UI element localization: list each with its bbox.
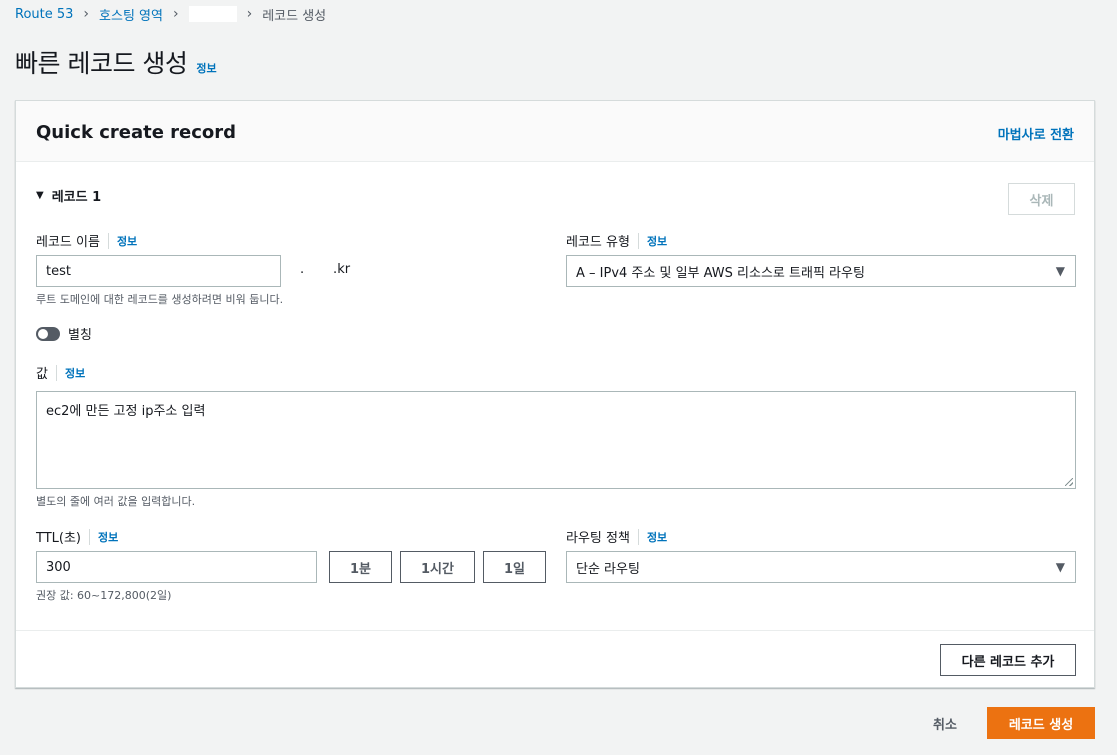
record-type-info-link[interactable]: 정보 [637, 232, 667, 249]
alias-toggle[interactable] [36, 327, 60, 341]
create-records-button[interactable]: 레코드 생성 [987, 707, 1095, 739]
chevron-right-icon: › [83, 6, 90, 22]
breadcrumb-hosted-zones[interactable]: 호스팅 영역 [99, 5, 163, 24]
ttl-1hour-button[interactable]: 1시간 [400, 551, 475, 583]
record-name-info-link[interactable]: 정보 [107, 232, 137, 249]
ttl-label-text: TTL(초) [36, 531, 81, 546]
breadcrumb-current: 레코드 생성 [262, 8, 327, 24]
ttl-input[interactable]: 300 [36, 551, 317, 583]
record-section-title: 레코드 1 [51, 190, 102, 205]
record-type-label-text: 레코드 유형 [566, 235, 630, 250]
value-label: 값 정보 [36, 363, 85, 382]
routing-policy-info-link[interactable]: 정보 [637, 528, 667, 545]
page-info-link[interactable]: 정보 [196, 60, 216, 76]
ttl-info-link[interactable]: 정보 [89, 528, 118, 545]
ttl-hint: 권장 값: 60~172,800(2일) [36, 589, 172, 602]
quick-create-container: Quick create record 마법사로 전환 ▼ 레코드 1 삭제 레… [15, 100, 1095, 688]
routing-policy-label: 라우팅 정책 정보 [566, 527, 667, 546]
routing-policy-value: 단순 라우팅 [576, 561, 640, 577]
container-title: Quick create record [36, 122, 237, 143]
chevron-right-icon: › [246, 6, 253, 22]
value-hint: 별도의 줄에 여러 값을 입력합니다. [36, 495, 196, 508]
breadcrumb: Route 53 › 호스팅 영역 › › 레코드 생성 [15, 5, 327, 24]
domain-suffix: . .kr [300, 262, 351, 277]
dropdown-arrow-icon: ▼ [1055, 264, 1065, 278]
ttl-1min-button[interactable]: 1분 [329, 551, 392, 583]
add-another-record-button[interactable]: 다른 레코드 추가 [940, 644, 1076, 676]
page-title: 빠른 레코드 생성 [15, 49, 188, 78]
caret-down-icon: ▼ [36, 190, 44, 201]
record-type-label: 레코드 유형 정보 [566, 231, 667, 250]
dropdown-arrow-icon: ▼ [1055, 560, 1065, 574]
record-section-toggle[interactable]: ▼ 레코드 1 [36, 186, 101, 205]
ttl-1day-button[interactable]: 1일 [483, 551, 546, 583]
chevron-right-icon: › [172, 6, 179, 22]
value-textarea[interactable]: ec2에 만든 고정 ip주소 입력 [36, 391, 1076, 489]
resize-grip-icon[interactable] [1065, 478, 1073, 486]
record-name-label-text: 레코드 이름 [36, 235, 100, 250]
record-name-label: 레코드 이름 정보 [36, 231, 137, 250]
record-type-value: A – IPv4 주소 및 일부 AWS 리소스로 트래픽 라우팅 [576, 265, 865, 281]
container-header: Quick create record 마법사로 전환 [16, 101, 1094, 162]
routing-policy-label-text: 라우팅 정책 [566, 531, 630, 546]
container-footer-divider [16, 630, 1094, 631]
breadcrumb-hosted-zone-redacted[interactable] [188, 6, 237, 22]
value-label-text: 값 [36, 367, 48, 382]
alias-label: 별칭 [68, 328, 92, 343]
record-name-input[interactable]: test [36, 255, 281, 287]
record-name-hint: 루트 도메인에 대한 레코드를 생성하려면 비워 둡니다. [36, 293, 284, 306]
breadcrumb-route53[interactable]: Route 53 [15, 7, 73, 22]
page-header: 빠른 레코드 생성 정보 [15, 44, 217, 80]
delete-record-button[interactable]: 삭제 [1008, 183, 1075, 215]
routing-policy-select[interactable]: 단순 라우팅 ▼ [566, 551, 1076, 583]
ttl-label: TTL(초) 정보 [36, 527, 118, 546]
cancel-button[interactable]: 취소 [933, 714, 957, 733]
value-textarea-text: ec2에 만든 고정 ip주소 입력 [46, 404, 206, 419]
record-type-select[interactable]: A – IPv4 주소 및 일부 AWS 리소스로 트래픽 라우팅 ▼ [566, 255, 1076, 287]
value-info-link[interactable]: 정보 [55, 364, 85, 381]
switch-to-wizard-link[interactable]: 마법사로 전환 [998, 124, 1074, 143]
